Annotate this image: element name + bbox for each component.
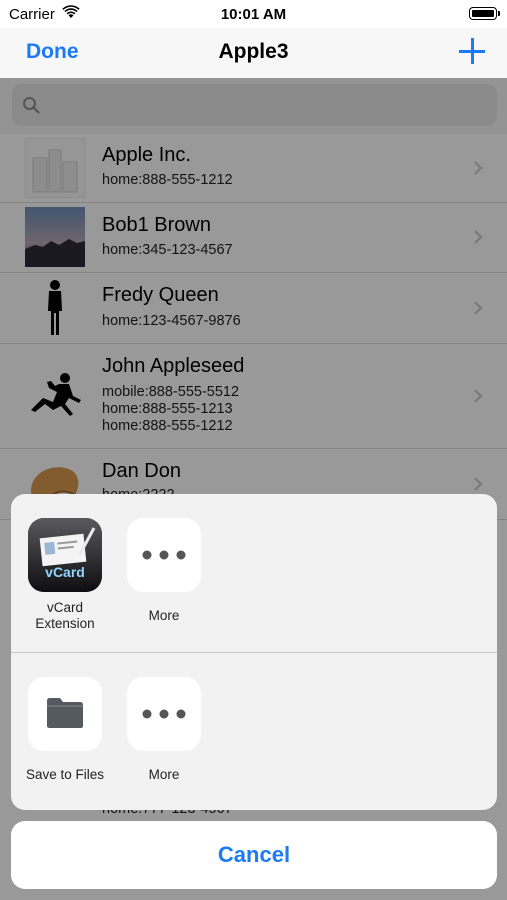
- clock: 10:01 AM: [220, 6, 287, 23]
- vcard-extension-icon[interactable]: vCard: [28, 518, 102, 592]
- cancel-button[interactable]: Cancel: [11, 821, 497, 889]
- page-title: Apple3: [218, 40, 289, 63]
- more-icon: [142, 550, 186, 560]
- share-option-label: More: [148, 608, 180, 623]
- battery-icon: [469, 7, 500, 20]
- more-button[interactable]: [127, 518, 201, 592]
- share-sheet: vCard vCard Extension More Save to Files…: [11, 494, 497, 810]
- more-button[interactable]: [127, 677, 201, 751]
- divider: [11, 652, 497, 653]
- vcard-icon-text: vCard: [45, 564, 85, 580]
- vcard-card-icon: [28, 518, 102, 592]
- more-icon: [142, 709, 186, 719]
- save-to-files-button[interactable]: [28, 677, 102, 751]
- status-bar: Carrier 10:01 AM: [0, 0, 507, 28]
- add-contact-button[interactable]: [459, 38, 485, 64]
- cancel-label: Cancel: [217, 842, 291, 867]
- folder-icon: [47, 698, 83, 728]
- navigation-bar: Done Apple3: [0, 28, 507, 79]
- share-option-label: More: [148, 767, 180, 782]
